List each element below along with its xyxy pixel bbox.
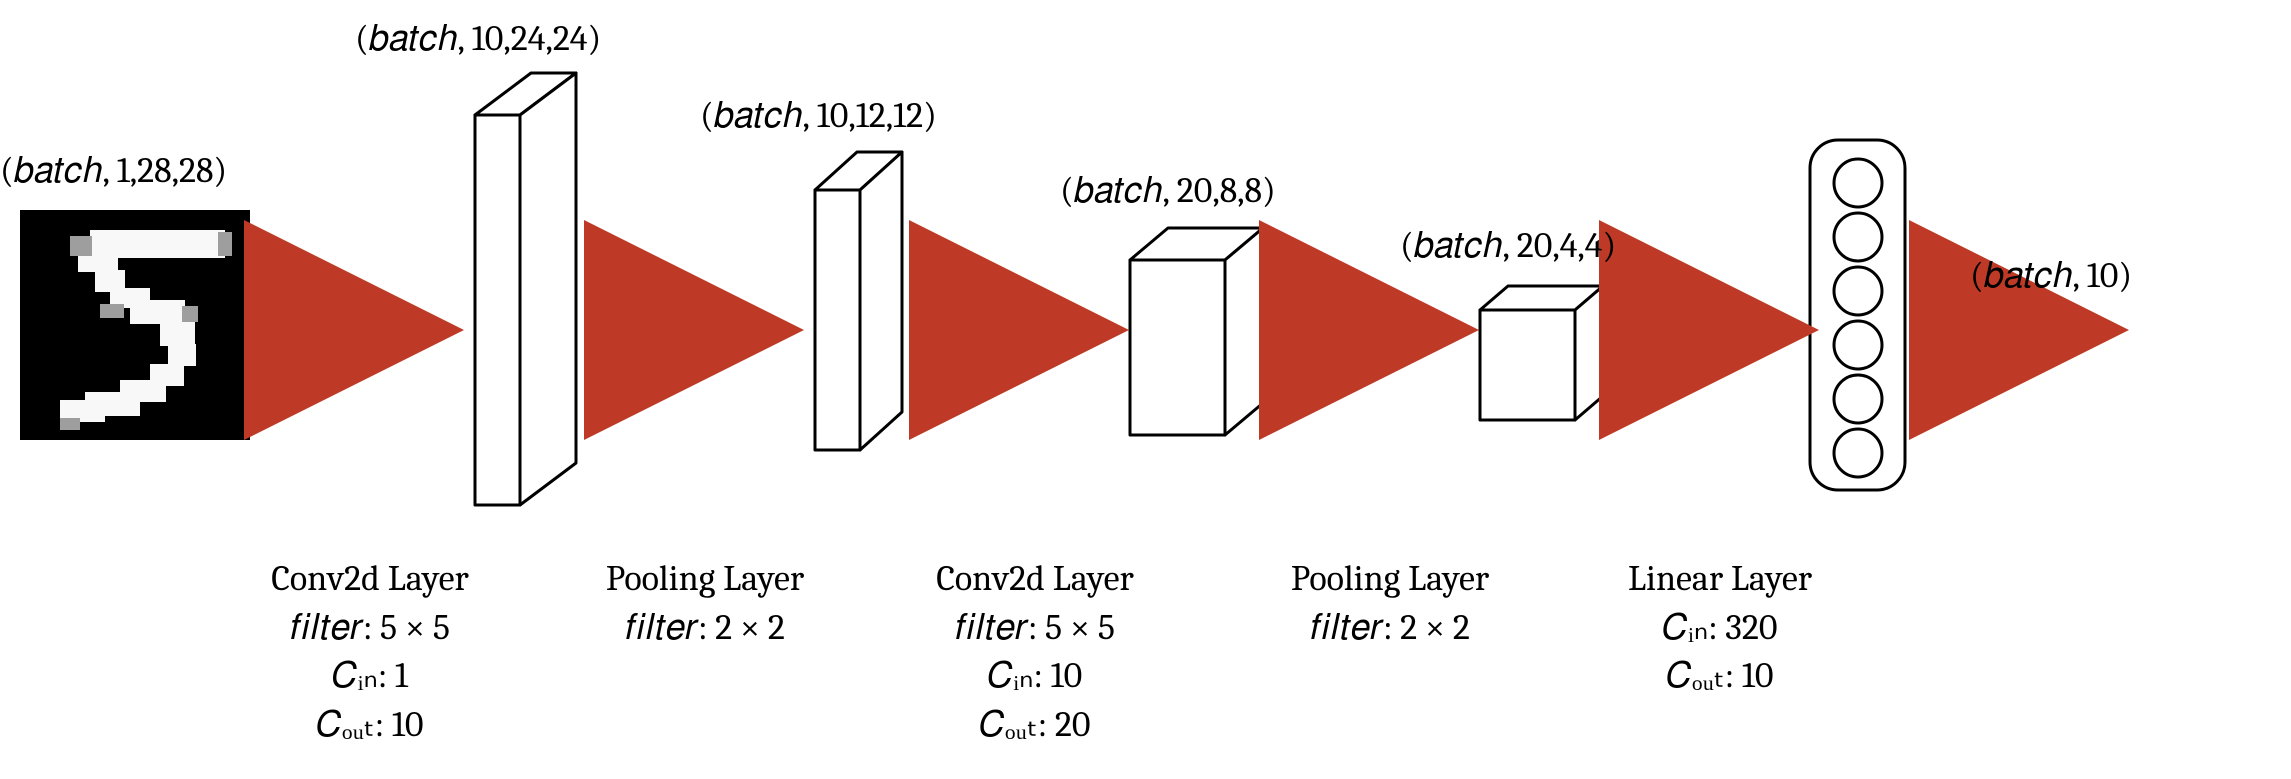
feature-map-conv2	[1130, 228, 1263, 435]
layer-cout: 𝐶ₒᵤₜ: 20	[900, 701, 1170, 750]
input-image	[20, 210, 250, 440]
layer-title: Linear Layer	[1595, 555, 1845, 604]
feature-map-pool2	[1480, 286, 1603, 420]
dense-layer	[1810, 140, 1905, 490]
layer-cin: 𝐶ᵢₙ: 10	[900, 652, 1170, 701]
layer-filter: 𝑓𝑖𝑙𝑡𝑒𝑟: 5 × 5	[235, 604, 505, 653]
layer-title: Pooling Layer	[570, 555, 840, 604]
layer-filter: 𝑓𝑖𝑙𝑡𝑒𝑟: 2 × 2	[1255, 604, 1525, 653]
caption-conv2d-2: Conv2d Layer 𝑓𝑖𝑙𝑡𝑒𝑟: 5 × 5 𝐶ᵢₙ: 10 𝐶ₒᵤₜ:…	[900, 555, 1170, 749]
caption-pool-1: Pooling Layer 𝑓𝑖𝑙𝑡𝑒𝑟: 2 × 2	[570, 555, 840, 652]
layer-filter: 𝑓𝑖𝑙𝑡𝑒𝑟: 5 × 5	[900, 604, 1170, 653]
layer-cout: 𝐶ₒᵤₜ: 10	[1595, 652, 1845, 701]
caption-pool-2: Pooling Layer 𝑓𝑖𝑙𝑡𝑒𝑟: 2 × 2	[1255, 555, 1525, 652]
shape-pool2: (𝑏𝑎𝑡𝑐ℎ, 20,4,4)	[1400, 225, 1616, 267]
feature-map-conv1	[475, 73, 576, 505]
shape-pool1: (𝑏𝑎𝑡𝑐ℎ, 10,12,12)	[700, 95, 937, 137]
layer-title: Pooling Layer	[1255, 555, 1525, 604]
caption-linear: Linear Layer 𝐶ᵢₙ: 320 𝐶ₒᵤₜ: 10	[1595, 555, 1845, 701]
layer-title: Conv2d Layer	[900, 555, 1170, 604]
layer-title: Conv2d Layer	[235, 555, 505, 604]
layer-cout: 𝐶ₒᵤₜ: 10	[235, 701, 505, 750]
shape-conv1: (𝑏𝑎𝑡𝑐ℎ, 10,24,24)	[355, 18, 601, 60]
feature-map-pool1	[815, 152, 902, 450]
layer-filter: 𝑓𝑖𝑙𝑡𝑒𝑟: 2 × 2	[570, 604, 840, 653]
layer-cin: 𝐶ᵢₙ: 1	[235, 652, 505, 701]
shape-output: (𝑏𝑎𝑡𝑐ℎ, 10)	[1970, 255, 2132, 297]
shape-conv2: (𝑏𝑎𝑡𝑐ℎ, 20,8,8)	[1060, 170, 1276, 212]
shape-input: (𝑏𝑎𝑡𝑐ℎ, 1,28,28)	[0, 150, 227, 192]
caption-conv2d-1: Conv2d Layer 𝑓𝑖𝑙𝑡𝑒𝑟: 5 × 5 𝐶ᵢₙ: 1 𝐶ₒᵤₜ: …	[235, 555, 505, 749]
layer-cin: 𝐶ᵢₙ: 320	[1595, 604, 1845, 653]
